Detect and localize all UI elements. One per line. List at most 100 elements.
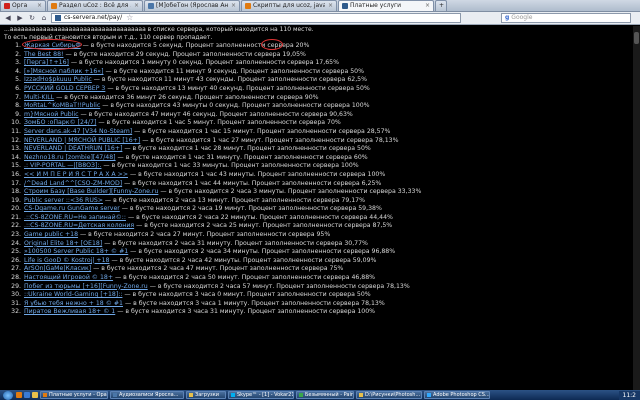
reload-button[interactable]: ↻ [27, 13, 37, 23]
tab-close-icon[interactable]: × [328, 1, 333, 11]
server-name-link[interactable]: Public server ::<36 RUS> [24, 197, 103, 206]
server-name-link[interactable]: [Перга]↑+16] [24, 59, 69, 68]
back-button[interactable]: ◀ [3, 13, 13, 23]
boost-info: — в бусте находится 1 час 44 минуты. Про… [122, 179, 382, 187]
tab-label: [М]обеТон (Ярослав Андро... [156, 2, 228, 9]
server-name-link[interactable]: MoRtaL^KoMBaT!!Public [24, 102, 100, 111]
tab-favicon-icon [148, 3, 154, 9]
tab-close-icon[interactable]: × [134, 1, 139, 11]
server-name-link[interactable]: .: VIP-PORTAL —|[В8ОЗ]:. [24, 162, 101, 171]
boost-info: — в бусте находится 2 часа 27 минут. Про… [78, 231, 331, 239]
taskbar-button-label: Загрузки [195, 392, 219, 398]
tab-close-icon[interactable]: × [37, 1, 42, 11]
search-input[interactable]: g Google [501, 13, 631, 23]
navigation-toolbar: ◀ ▶ ↻ ⌂ cs-servera.net/pay/ ☆ g Google [0, 12, 640, 25]
taskbar-button-label: D:\Рисунки\Photosh... [365, 392, 421, 398]
boost-info: — в бусте находится 1 минуту 0 секунд. П… [68, 59, 339, 67]
rank-number: 27. [11, 265, 21, 273]
taskbar-button[interactable]: Adobe Photoshop CS... [424, 391, 490, 399]
boost-info: — в бусте находится 3 часа 31 минуту. Пр… [115, 308, 376, 316]
app-icon [299, 393, 303, 397]
boost-info: — в бусте находится 2 часа 19 минут. Про… [119, 205, 382, 213]
server-name-link[interactable]: << И М П Е Р И Я С Т Р А Х А >> [24, 171, 128, 180]
back-icon: ◀ [5, 14, 11, 22]
rank-number: 19. [11, 196, 21, 204]
tab-close-icon[interactable]: × [425, 1, 430, 11]
server-name-link[interactable]: NEVERLAND | DEATHRUN [16+] [24, 145, 122, 154]
taskbar-button-label: Adobe Photoshop CS... [433, 392, 490, 398]
server-name-link[interactable]: Game public +18 [24, 231, 78, 240]
list-item: 24. Original Elite 18+ [ОЕ18] — в бусте н… [4, 240, 640, 249]
server-name-link[interactable]: Original Elite 18+ [ОЕ18] [24, 240, 102, 249]
boost-info: — в бусте находится 43 минуты 0 секунд. … [100, 102, 370, 110]
server-name-link[interactable]: ArSOn|GaMe|Класик] [24, 265, 91, 274]
server-name-link[interactable]: .::CS-8ZONE.RU=Детская колония [24, 222, 134, 231]
taskbar-button[interactable]: Платные услуги - Ора... [40, 391, 108, 399]
tab-label: Орга [12, 2, 28, 9]
bookmark-star-icon[interactable]: ☆ [126, 14, 133, 22]
server-name-link[interactable]: .::CS-8ZONE.RU=Не запинай©:: [24, 214, 126, 223]
taskbar-button[interactable]: Безымянный - Paint [296, 391, 354, 399]
taskbar-button[interactable]: Аудиозаписи Яросла... [110, 391, 184, 399]
rank-number: 21. [11, 213, 21, 221]
server-name-link[interactable]: The Best 88! [24, 51, 64, 60]
server-name-link[interactable]: ЗомБО :оПарк© [24/7] [24, 119, 96, 128]
start-button[interactable] [3, 390, 13, 400]
rank-number: 8. [15, 102, 21, 110]
rank-number: 24. [11, 239, 21, 247]
firefox-quicklaunch-icon[interactable] [16, 392, 22, 398]
intro-line-1: ...ааааааааааааааааааааааааааааааааааааа… [4, 26, 314, 33]
server-name-link[interactable]: »100500 Server Public 18+ © #1 [24, 248, 128, 257]
server-name-link[interactable]: Строим Базу [Base Builder][Funny-Zone.ru [24, 188, 158, 197]
list-item: 27. ArSOn|GaMe|Класик] — в бусте находитс… [4, 265, 640, 274]
forward-button[interactable]: ▶ [15, 13, 25, 23]
server-name-link[interactable]: РУССКИЙ GOLD СЕРВЕР 3 [24, 85, 105, 94]
list-item: 15..: VIP-PORTAL —|[В8ОЗ]:. — в бусте на… [4, 162, 640, 171]
boost-info: — в бусте находится 29 секунд. Процент з… [63, 50, 306, 58]
server-name-link[interactable]: NEVERLAND | МЯСНОЙ PUBLIC [16+] [24, 137, 140, 146]
server-name-link[interactable]: CS-Dgame.ru GunGame server [24, 205, 120, 214]
page-scrollbar[interactable] [633, 26, 640, 390]
tab-close-icon[interactable]: × [231, 1, 236, 11]
home-icon: ⌂ [41, 14, 47, 22]
server-name-link[interactable]: IzzadHo$pkuuu Public [24, 76, 92, 85]
list-item: 29. Побег из тюрьмы [+16][Funny-Zone.ru —… [4, 283, 640, 292]
server-name-link[interactable]: ::Ukraine World-Gaming [+18]:: [24, 291, 122, 300]
list-item: 16. << И М П Е Р И Я С Т Р А Х А >> — в б… [4, 171, 640, 180]
browser-tab[interactable]: Орга × [0, 0, 46, 11]
new-tab-button[interactable]: + [435, 0, 447, 11]
list-item: 22. .::CS-8ZONE.RU=Детская колония — в бу… [4, 222, 640, 231]
ie-quicklaunch-icon[interactable] [24, 392, 30, 398]
rank-number: 5. [15, 76, 21, 84]
folder-quicklaunch-icon[interactable] [32, 392, 38, 398]
list-item: 5. IzzadHo$pkuuu Public — в бусте находит… [4, 76, 640, 85]
server-name-link[interactable]: Multi-KILL [24, 94, 54, 103]
address-bar[interactable]: cs-servera.net/pay/ ☆ [51, 13, 461, 23]
taskbar-button-label: Платные услуги - Ора... [49, 392, 108, 398]
list-item: 19. Public server ::<36 RUS> — в бусте на… [4, 197, 640, 206]
browser-tab[interactable]: Раздел uCoz : Всё для ... × [47, 0, 143, 11]
server-name-link[interactable]: Побег из тюрьмы [+16][Funny-Zone.ru [24, 283, 148, 292]
rank-number: 4. [15, 67, 21, 75]
boost-info: — в бусте находится 2 часа 47 минут. Про… [91, 265, 344, 273]
boost-info: — в бусте находится 1 час 15 минут. Проц… [132, 127, 391, 135]
server-name-link[interactable]: Server dans.ak-47 [V34 No-Steam] [24, 128, 132, 137]
list-item: 32. Пиратов Вежливая 18+ © 1 — в бусте на… [4, 308, 640, 317]
rank-number: 13. [11, 145, 21, 153]
boost-info: — в бусте находится 2 часа 25 минут. Про… [134, 222, 393, 230]
clock[interactable]: 11:2 [623, 392, 636, 399]
home-button[interactable]: ⌂ [39, 13, 49, 23]
browser-tab[interactable]: Платные услуги × [338, 0, 434, 11]
server-name-link[interactable]: Настоящий Игровой © 18+ [24, 274, 113, 283]
browser-tab[interactable]: [М]обеТон (Ярослав Андро...× [144, 0, 240, 11]
browser-tab[interactable]: Скрипты для ucoz, java... × [241, 0, 337, 11]
server-name-link[interactable]: Пиратов Вежливая 18+ © 1 [24, 308, 115, 317]
site-favicon-icon [55, 15, 61, 21]
server-name-link[interactable]: /^Dead Land^^[CSO-ZM-MOD] [24, 180, 122, 189]
rank-number: 29. [11, 282, 21, 290]
taskbar-button[interactable]: D:\Рисунки\Photosh... [356, 391, 422, 399]
rank-number: 14. [11, 153, 21, 161]
taskbar-button[interactable]: Skype™ - [1] - Vokar21 [228, 391, 294, 399]
scrollbar-thumb[interactable] [634, 32, 639, 44]
taskbar-button[interactable]: Загрузки [186, 391, 226, 399]
